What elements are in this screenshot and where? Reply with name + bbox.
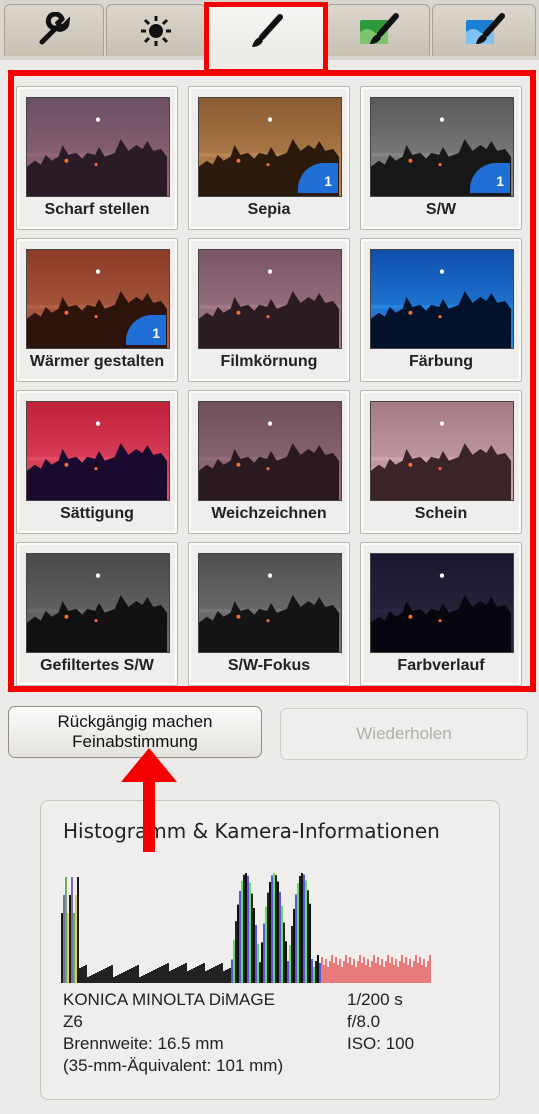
effect-thumbnail: 1 xyxy=(370,97,514,197)
redo-label: Wiederholen xyxy=(356,724,452,743)
effect-tile[interactable]: S/W-Fokus xyxy=(188,542,350,686)
histogram-graph xyxy=(61,873,431,983)
tab-bar xyxy=(0,0,539,60)
aperture: f/8.0 xyxy=(347,1012,381,1031)
effect-thumbnail: 1 xyxy=(26,249,170,349)
effect-thumbnail xyxy=(26,401,170,501)
effect-thumbnail xyxy=(198,249,342,349)
redo-button[interactable]: Wiederholen xyxy=(280,708,528,760)
effect-label: Farbverlauf xyxy=(397,657,485,674)
effect-thumbnail xyxy=(370,401,514,501)
brush-icon xyxy=(252,13,283,47)
effect-tile[interactable]: 1 Wärmer gestalten xyxy=(16,238,178,382)
camera-model: KONICA MINOLTA DiMAGE xyxy=(63,990,275,1009)
effect-label: Scharf stellen xyxy=(44,201,150,218)
effect-label: Wärmer gestalten xyxy=(29,353,165,370)
effect-tile[interactable]: Filmkörnung xyxy=(188,238,350,382)
effect-tile[interactable]: Scharf stellen xyxy=(16,86,178,230)
camera-model-suffix: Z6 xyxy=(63,1012,83,1031)
shutter-speed: 1/200 s xyxy=(347,990,403,1009)
undo-label-line1: Rückgängig machen xyxy=(57,712,213,731)
wrench-icon xyxy=(39,11,71,44)
effect-tile[interactable]: Gefiltertes S/W xyxy=(16,542,178,686)
iso: ISO: 100 xyxy=(347,1034,415,1053)
tab-effects[interactable] xyxy=(208,2,324,60)
brush-blue-icon xyxy=(466,12,505,44)
focal-length: Brennweite: 16.5 mm xyxy=(63,1034,224,1053)
effect-tile[interactable]: 1 S/W xyxy=(360,86,522,230)
exposure-info: 1/200 s f/8.0 ISO: 100 xyxy=(347,989,414,1055)
effect-label: S/W xyxy=(425,201,457,218)
tab-tools[interactable] xyxy=(4,4,104,56)
effect-label: Sättigung xyxy=(60,505,134,522)
effects-grid: Scharf stellen 1 Sepia 1 S/W 1 Wärmer gesta… xyxy=(16,86,528,686)
effect-label: Filmkörnung xyxy=(220,353,318,370)
effect-thumbnail xyxy=(370,249,514,349)
effect-thumbnail xyxy=(370,553,514,653)
tab-effects-blue[interactable] xyxy=(432,4,536,56)
tab-adjust[interactable] xyxy=(106,4,206,56)
effect-tile[interactable]: Färbung xyxy=(360,238,522,382)
effect-label: Schein xyxy=(414,505,468,522)
effect-thumbnail: 1 xyxy=(198,97,342,197)
camera-info: KONICA MINOLTA DiMAGE Z6 Brennweite: 16.… xyxy=(63,989,283,1077)
effect-tile[interactable]: 1 Sepia xyxy=(188,86,350,230)
focal-equivalent: (35-mm-Äquivalent: 101 mm) xyxy=(63,1056,284,1075)
panel-title: Histogramm & Kamera-Informationen xyxy=(63,819,440,843)
effect-label: Weichzeichnen xyxy=(211,505,327,522)
effect-tile[interactable]: Weichzeichnen xyxy=(188,390,350,534)
tab-effects-green[interactable] xyxy=(326,4,430,56)
effect-thumbnail xyxy=(26,553,170,653)
effect-label: Gefiltertes S/W xyxy=(40,657,154,674)
effect-thumbnail xyxy=(26,97,170,197)
histogram-panel: Histogramm & Kamera-Informationen KONICA… xyxy=(40,800,500,1100)
arrow-shaft xyxy=(143,776,155,852)
effect-label: Sepia xyxy=(247,201,291,218)
brightness-icon xyxy=(141,15,171,46)
effect-tile[interactable]: Farbverlauf xyxy=(360,542,522,686)
effect-label: S/W-Fokus xyxy=(227,657,311,674)
brush-green-icon xyxy=(360,12,399,44)
effect-tile[interactable]: Sättigung xyxy=(16,390,178,534)
effect-label: Färbung xyxy=(409,353,473,370)
effect-thumbnail xyxy=(198,553,342,653)
effect-tile[interactable]: Schein xyxy=(360,390,522,534)
effect-thumbnail xyxy=(198,401,342,501)
